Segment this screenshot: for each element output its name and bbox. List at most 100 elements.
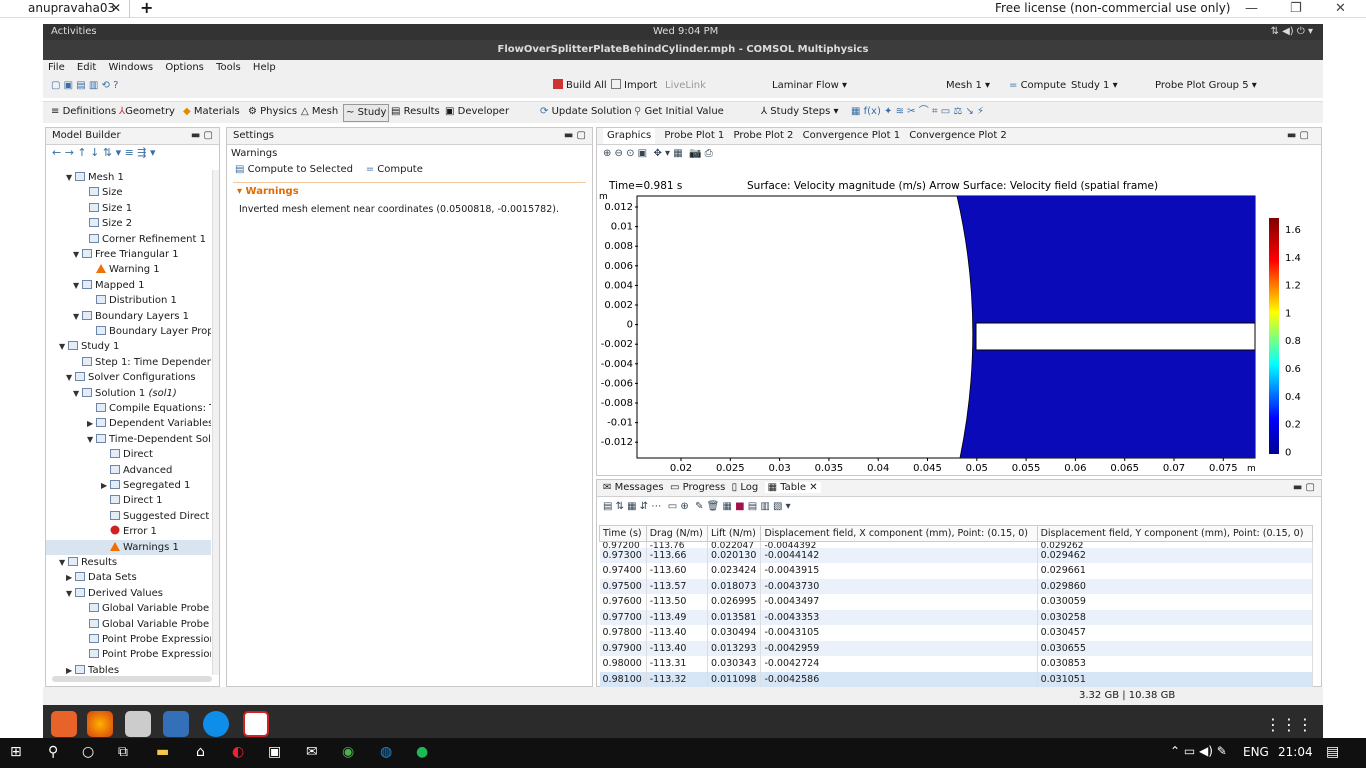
top-clock[interactable]: Wed 9:04 PM <box>653 24 718 40</box>
tree-node[interactable]: Advanced <box>101 463 172 478</box>
tree-node[interactable]: ▼ Free Triangular 1 <box>73 247 179 262</box>
velocity-plot[interactable]: Time=0.981 s Surface: Velocity magnitude… <box>597 166 1321 476</box>
col-disp-x[interactable]: Displacement field, X component (mm), Po… <box>760 525 1038 542</box>
tree-node[interactable]: Compile Equations: Time Dependent <box>87 401 211 416</box>
warnings-section[interactable]: ▾ Warnings <box>233 182 586 200</box>
task-view-icon[interactable]: ⧉ <box>118 744 128 760</box>
taskbar-clock[interactable]: 21:04 <box>1278 745 1313 759</box>
col-lift[interactable]: Lift (N/m) <box>707 525 762 542</box>
new-tab-icon[interactable]: + <box>140 0 153 17</box>
tree-node[interactable]: Distribution 1 <box>87 293 177 308</box>
model-builder-tools[interactable]: ← → ↑ ↓ ⇅ ▾ ≡ ⇶ ▾ <box>46 145 219 162</box>
table-row[interactable]: 0.97300 -113.66 0.020130 -0.0044142 0.029462 <box>599 547 1314 563</box>
compute-button[interactable]: = Compute <box>1009 76 1066 96</box>
tree-node[interactable]: ▼ Solution 1 (sol1) <box>73 386 177 401</box>
language-indicator[interactable]: ENG <box>1243 745 1269 759</box>
menu-file[interactable]: File <box>48 62 65 73</box>
tree-node[interactable]: ▼ Mapped 1 <box>73 278 145 293</box>
table-row[interactable]: 0.97900 -113.40 0.013293 -0.0042959 0.030655 <box>599 640 1314 656</box>
taskbar-app-icon-2[interactable]: ◐ <box>232 744 244 760</box>
tab-log[interactable]: ▯ Log <box>732 482 759 493</box>
tree-node[interactable]: Error 1 <box>101 524 157 539</box>
livelink-button[interactable]: LiveLink <box>665 76 706 96</box>
col-disp-y[interactable]: Displacement field, Y component (mm), Po… <box>1036 525 1314 542</box>
panel-minmax-icon[interactable]: ▬ ▢ <box>1293 480 1315 496</box>
tab-table[interactable]: ▦ Table ✕ <box>764 482 821 493</box>
settings-compute-button[interactable]: = Compute <box>366 164 423 175</box>
import-button[interactable]: Import <box>611 76 657 96</box>
tree-node[interactable]: Point Probe Expression 1 <box>80 632 211 647</box>
study-select[interactable]: Study 1 ▾ <box>1071 76 1118 96</box>
panel-minmax-icon[interactable]: ▬ ▢ <box>191 128 213 144</box>
windows-start-icon[interactable]: ⊞ <box>10 744 22 760</box>
tree-node[interactable]: Size <box>80 185 123 200</box>
tree-node[interactable]: ▼ Study 1 <box>59 339 119 354</box>
tree-arrow-icon[interactable]: ▼ <box>66 170 75 185</box>
tree-node[interactable]: ▶ Dependent Variables 1 <box>87 416 211 431</box>
build-all-button[interactable]: Build All <box>553 76 607 96</box>
tree-node[interactable]: ▼ Solver Configurations <box>66 370 196 385</box>
tree-arrow-icon[interactable]: ▼ <box>73 278 82 293</box>
study-tab[interactable]: ~ Study <box>343 104 390 122</box>
tree-node[interactable]: ▶ Tables <box>66 663 119 675</box>
results-tab[interactable]: ▤ Results <box>391 102 440 122</box>
tab-messages[interactable]: ✉ Messages <box>603 482 664 493</box>
search-icon[interactable]: ⚲ <box>48 744 58 760</box>
panel-minmax-icon[interactable]: ▬ ▢ <box>564 128 586 144</box>
tray-icons[interactable]: ⌃ ▭ ◀) ✎ <box>1170 744 1227 758</box>
tree-arrow-icon[interactable]: ▶ <box>66 570 75 585</box>
app-grid-icon[interactable]: ⋮⋮⋮ <box>1265 715 1313 734</box>
tree-arrow-icon[interactable]: ▼ <box>59 339 68 354</box>
tree-arrow-icon[interactable]: ▶ <box>101 478 110 493</box>
notifications-icon[interactable]: ▤ <box>1326 744 1339 760</box>
store-icon[interactable]: ▣ <box>268 744 281 760</box>
geometry-tab[interactable]: ⅄Geometry <box>119 102 175 122</box>
menu-tools[interactable]: Tools <box>216 62 241 73</box>
minimize-icon[interactable]: — <box>1245 0 1258 18</box>
browser-tab[interactable]: anupravaha03 ✕ <box>18 0 130 18</box>
tab-progress[interactable]: ▭ Progress <box>670 482 725 493</box>
tree-arrow-icon[interactable]: ▼ <box>73 247 82 262</box>
tree-node[interactable]: ▼ Time-Dependent Solver 1 <box>87 432 211 447</box>
activities-button[interactable]: Activities <box>51 24 97 40</box>
spotify-icon[interactable]: ● <box>416 744 428 760</box>
tree-node[interactable]: Size 1 <box>80 201 132 216</box>
table-row[interactable]: 0.98100 -113.32 0.011098 -0.0042586 0.031051 <box>599 671 1314 687</box>
menu-windows[interactable]: Windows <box>108 62 153 73</box>
tree-node[interactable]: Boundary Layer Properties <box>87 324 211 339</box>
tree-arrow-icon[interactable]: ▶ <box>87 416 96 431</box>
update-solution-button[interactable]: ⟳ Update Solution <box>540 102 632 122</box>
compute-to-selected-button[interactable]: ▤ Compute to Selected <box>235 164 353 175</box>
tree-node[interactable]: ▼ Boundary Layers 1 <box>73 309 189 324</box>
tree-node[interactable]: Size 2 <box>80 216 132 231</box>
mail-icon[interactable]: ✉ <box>306 744 318 760</box>
files-icon[interactable] <box>125 711 151 737</box>
tree-node[interactable]: Step 1: Time Dependent <box>73 355 211 370</box>
tree-arrow-icon[interactable]: ▼ <box>59 555 68 570</box>
materials-tab[interactable]: ◆ Materials <box>183 102 240 122</box>
menu-edit[interactable]: Edit <box>77 62 96 73</box>
app-icon-1[interactable] <box>51 711 77 737</box>
tree-node[interactable]: Global Variable Probe 1 <box>80 601 211 616</box>
tree-vertical-scrollbar[interactable] <box>212 170 219 675</box>
tree-arrow-icon[interactable]: ▼ <box>73 309 82 324</box>
mesh-tab[interactable]: △ Mesh <box>301 102 338 122</box>
tree-node[interactable]: Suggested Direct Solver <box>101 509 211 524</box>
tree-node[interactable]: Direct <box>101 447 153 462</box>
file-toolbar-icons[interactable]: ▢ ▣ ▤ ▥ ⟲ ? <box>51 76 118 96</box>
system-tray-icon[interactable]: ⇅ ◀) ⏻ ▾ <box>1271 24 1313 40</box>
developer-tab[interactable]: ▣ Developer <box>445 102 509 122</box>
menu-options[interactable]: Options <box>165 62 204 73</box>
mesh-select[interactable]: Mesh 1 ▾ <box>946 76 990 96</box>
table-row[interactable]: 0.97500 -113.57 0.018073 -0.0043730 0.029860 <box>599 578 1314 594</box>
table-toolbar[interactable]: ▤ ⇅ ▦ ⇵ ⋯ ▭ ⊕ ✎ 🗑 ▦ ■ ▤ ▥ ▧ ▾ <box>597 497 1321 517</box>
tree-arrow-icon[interactable]: ▶ <box>66 663 75 675</box>
cortana-icon[interactable]: ○ <box>82 744 94 760</box>
table-row[interactable]: 0.98000 -113.31 0.030343 -0.0042724 0.030853 <box>599 656 1314 672</box>
physics-tab[interactable]: ⚙ Physics <box>248 102 297 122</box>
tree-node[interactable]: Direct 1 <box>101 493 162 508</box>
tree-node[interactable]: ▼ Mesh 1 <box>66 170 124 185</box>
taskbar-app-icon[interactable]: ⌂ <box>196 744 205 760</box>
chrome-icon[interactable]: ◉ <box>342 744 354 760</box>
close-window-icon[interactable]: ✕ <box>1335 0 1346 18</box>
